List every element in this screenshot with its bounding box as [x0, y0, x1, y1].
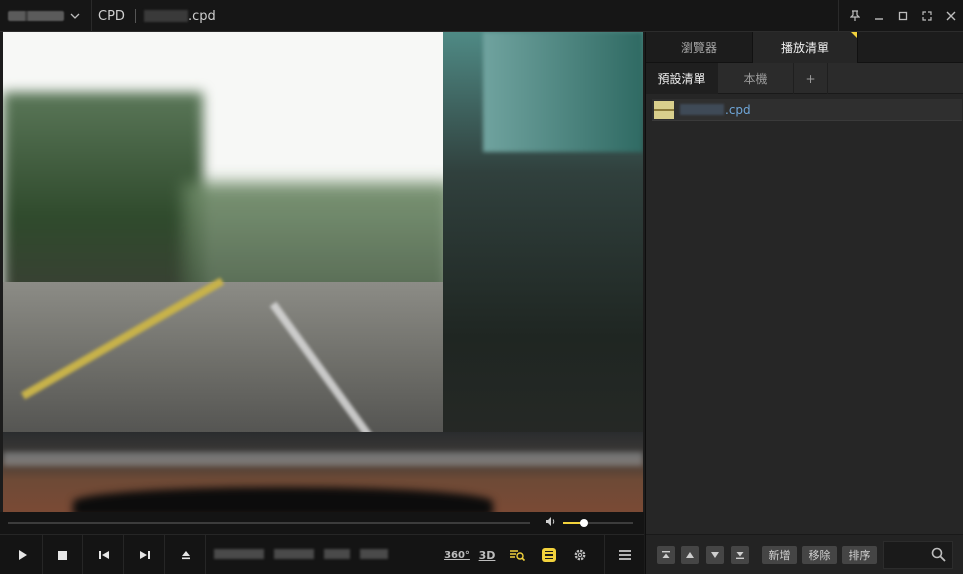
- title-file-ext: .cpd: [187, 8, 216, 24]
- close-button[interactable]: [939, 0, 963, 32]
- main-menu-button[interactable]: [604, 535, 644, 574]
- search-icon[interactable]: [931, 547, 946, 562]
- gear-icon: [574, 549, 586, 561]
- settings-button[interactable]: [570, 535, 590, 574]
- playlist-item-ext: .cpd: [725, 102, 751, 117]
- volume-knob[interactable]: [580, 519, 588, 527]
- add-button[interactable]: 新增: [762, 546, 797, 564]
- pin-button[interactable]: [843, 0, 867, 32]
- title-separator: [134, 9, 136, 23]
- playlist-sub-tabs: 預設清單 本機 +: [646, 63, 963, 94]
- subtab-local-label: 本機: [743, 72, 768, 86]
- fullscreen-icon: [922, 11, 932, 21]
- next-button[interactable]: [125, 535, 165, 574]
- volume-slider[interactable]: [563, 519, 633, 527]
- eject-icon: [181, 551, 190, 560]
- remove-button[interactable]: 移除: [802, 546, 837, 564]
- play-button[interactable]: [3, 535, 43, 574]
- menu-icon: [618, 550, 631, 560]
- maximize-button[interactable]: [891, 0, 915, 32]
- side-panel: 瀏覽器 播放清單 預設清單 本機 + .cpd 新增 移除 排序: [645, 32, 963, 574]
- eject-button[interactable]: [166, 535, 206, 574]
- maximize-icon: [898, 11, 908, 21]
- video-frame[interactable]: [3, 32, 643, 512]
- minimize-icon: [875, 18, 883, 20]
- sort-button-label: 排序: [848, 549, 871, 562]
- playlist-search-input[interactable]: [883, 541, 953, 569]
- stop-icon: [58, 550, 67, 560]
- stop-button[interactable]: [43, 535, 83, 574]
- title-filename-redacted: [143, 10, 188, 22]
- file-thumbnail: [654, 100, 674, 119]
- move-up-icon: [686, 552, 694, 558]
- tab-browser[interactable]: 瀏覽器: [646, 32, 752, 63]
- title-bar: CPD .cpd: [0, 0, 963, 32]
- subtitle-search-button[interactable]: [507, 535, 527, 574]
- title-prefix: CPD: [98, 8, 125, 24]
- playlist-item-name: .cpd: [680, 103, 751, 117]
- fullscreen-button[interactable]: [915, 0, 939, 32]
- close-icon: [946, 11, 956, 21]
- seek-bar[interactable]: [8, 522, 530, 524]
- 3d-button[interactable]: 3D: [477, 535, 497, 574]
- active-tab-marker: [851, 32, 857, 38]
- playlist-item[interactable]: .cpd: [652, 99, 962, 121]
- pin-icon: [850, 10, 860, 21]
- next-icon: [139, 551, 150, 559]
- media-info-redacted: [214, 549, 388, 561]
- previous-button[interactable]: [84, 535, 124, 574]
- subtab-add-label: +: [805, 71, 816, 86]
- control-bar: 360° 3D: [0, 534, 644, 574]
- move-top-icon: [662, 551, 670, 558]
- play-icon: [18, 550, 27, 560]
- subtitle-icon: [542, 548, 556, 562]
- 3d-label: 3D: [478, 548, 496, 562]
- vr-360-button[interactable]: 360°: [444, 535, 470, 574]
- seek-row: [0, 512, 644, 534]
- move-up-button[interactable]: [681, 546, 699, 564]
- volume-icon[interactable]: [545, 516, 557, 530]
- move-down-button[interactable]: [706, 546, 724, 564]
- tab-browser-label: 瀏覽器: [680, 41, 717, 55]
- subtab-local[interactable]: 本機: [718, 63, 794, 94]
- filename-redacted: [680, 104, 724, 115]
- subtitle-button[interactable]: [539, 535, 559, 574]
- window-title: CPD .cpd: [98, 0, 216, 32]
- subtab-default-list[interactable]: 預設清單: [646, 63, 718, 94]
- sort-button[interactable]: 排序: [842, 546, 877, 564]
- tab-playlist[interactable]: 播放清單: [752, 32, 858, 63]
- add-button-label: 新增: [768, 549, 791, 562]
- move-bottom-icon: [736, 552, 744, 559]
- tab-playlist-label: 播放清單: [780, 41, 829, 55]
- move-top-button[interactable]: [657, 546, 675, 564]
- playlist-toolbar: 新增 移除 排序: [646, 534, 963, 574]
- chevron-down-icon: [70, 13, 80, 19]
- subtab-default-list-label: 預設清單: [657, 72, 706, 86]
- minimize-button[interactable]: [867, 0, 891, 32]
- search-subtitle-icon: [510, 550, 525, 562]
- previous-icon: [98, 551, 109, 559]
- app-menu-button[interactable]: [0, 0, 92, 32]
- move-bottom-button[interactable]: [731, 546, 749, 564]
- remove-button-label: 移除: [808, 549, 831, 562]
- panel-tabs: 瀏覽器 播放清單: [646, 32, 963, 63]
- vr-360-label: 360°: [444, 549, 470, 561]
- playlist: .cpd: [646, 94, 963, 534]
- subtab-add[interactable]: +: [794, 63, 828, 94]
- app-logo: [8, 11, 64, 21]
- move-down-icon: [711, 552, 719, 558]
- window-controls: [838, 0, 963, 32]
